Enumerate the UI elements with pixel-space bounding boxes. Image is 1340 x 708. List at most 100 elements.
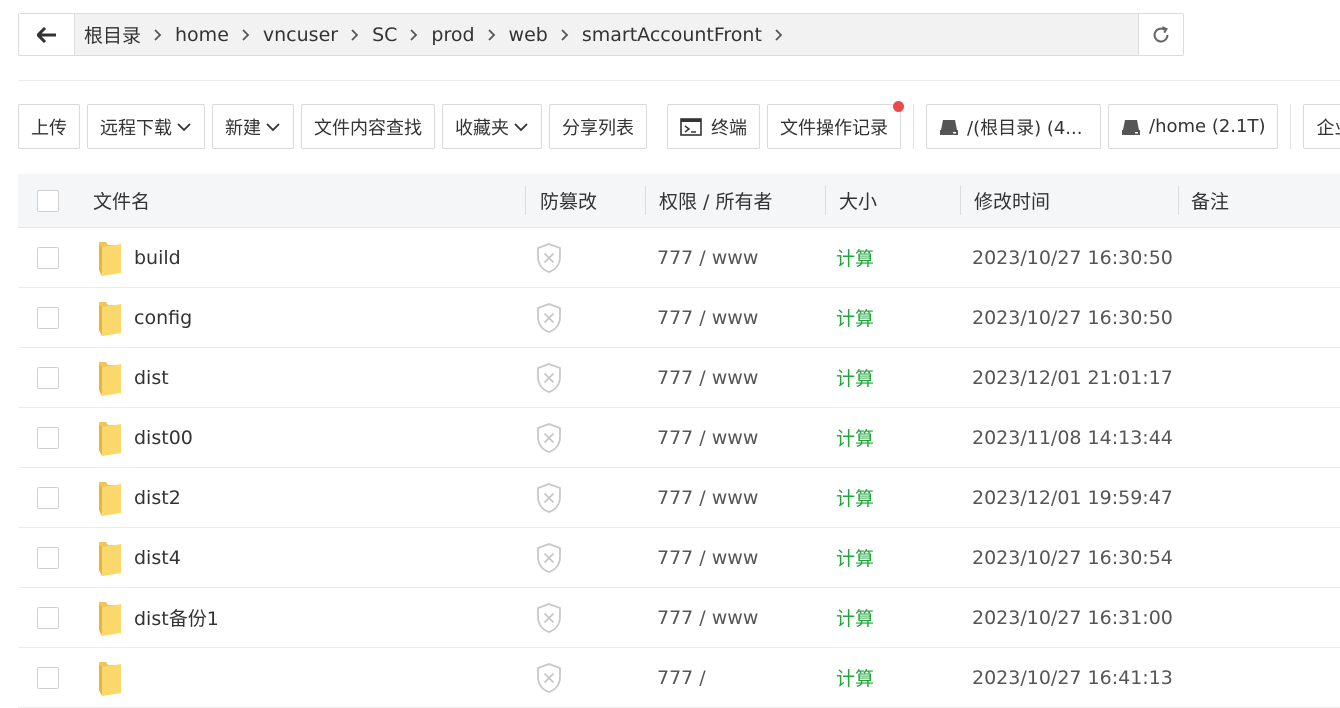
perm-cell[interactable]: 777 / www — [657, 408, 758, 467]
breadcrumb-item[interactable]: smartAccountFront — [582, 24, 796, 46]
file-name-cell[interactable]: dist2 — [96, 468, 181, 527]
file-name[interactable]: dist — [134, 367, 169, 389]
shield-x-icon[interactable] — [535, 422, 563, 454]
size-cell[interactable]: 计算 — [836, 648, 874, 707]
table-row[interactable]: dist2 777 / www 计算 2023/12/01 19:59:47 — [18, 468, 1340, 528]
calc-size-link[interactable]: 计算 — [836, 664, 874, 691]
table-row[interactable]: config 777 / www 计算 2023/10/27 16:30:50 — [18, 288, 1340, 348]
calc-size-link[interactable]: 计算 — [836, 484, 874, 511]
size-cell[interactable]: 计算 — [836, 528, 874, 587]
row-checkbox[interactable] — [37, 666, 59, 689]
mtime-cell: 2023/10/27 16:30:50 — [972, 228, 1173, 287]
calc-size-link[interactable]: 计算 — [836, 244, 874, 271]
perm-cell[interactable]: 777 / www — [657, 468, 758, 527]
breadcrumb-item[interactable]: SC — [372, 24, 431, 46]
calc-size-link[interactable]: 计算 — [836, 304, 874, 331]
file-name-cell[interactable]: dist — [96, 348, 169, 407]
file-name-cell[interactable]: dist备份1 — [96, 588, 219, 647]
breadcrumb-item[interactable]: web — [509, 24, 582, 46]
shield-x-icon[interactable] — [535, 482, 563, 514]
size-cell[interactable]: 计算 — [836, 228, 874, 287]
perm-owner[interactable]: 777 / www — [657, 547, 758, 569]
perm-owner[interactable]: 777 / www — [657, 367, 758, 389]
calc-size-link[interactable]: 计算 — [836, 604, 874, 631]
disk-home-button[interactable]: /home (2.1T) — [1108, 104, 1279, 149]
size-cell[interactable]: 计算 — [836, 588, 874, 647]
enterprise-button[interactable]: 企业 — [1303, 104, 1340, 149]
file-name-cell[interactable]: dist00 — [96, 408, 193, 467]
file-name-cell[interactable]: build — [96, 228, 181, 287]
tamper-cell — [535, 648, 563, 707]
shield-x-icon[interactable] — [535, 362, 563, 394]
perm-cell[interactable]: 777 / — [657, 648, 706, 707]
share-list-button[interactable]: 分享列表 — [549, 104, 647, 149]
disk-home-label: /home (2.1T) — [1149, 116, 1266, 137]
file-name[interactable]: config — [134, 307, 192, 329]
size-cell[interactable]: 计算 — [836, 348, 874, 407]
breadcrumb-item[interactable]: prod — [431, 24, 508, 46]
size-cell[interactable]: 计算 — [836, 408, 874, 467]
size-cell[interactable]: 计算 — [836, 468, 874, 527]
file-name[interactable]: dist备份1 — [134, 604, 219, 631]
size-cell[interactable]: 计算 — [836, 288, 874, 347]
perm-cell[interactable]: 777 / www — [657, 348, 758, 407]
perm-owner[interactable]: 777 / www — [657, 427, 758, 449]
table-row[interactable]: dist备份1 777 / www 计算 2023/10/27 16:31:00 — [18, 588, 1340, 648]
perm-cell[interactable]: 777 / www — [657, 228, 758, 287]
file-name[interactable]: dist4 — [134, 547, 181, 569]
header-size[interactable]: 大小 — [825, 174, 877, 227]
perm-owner[interactable]: 777 / www — [657, 307, 758, 329]
search-content-button[interactable]: 文件内容查找 — [301, 104, 435, 149]
file-name-cell[interactable]: dist4 — [96, 528, 181, 587]
row-checkbox[interactable] — [37, 306, 59, 329]
file-name[interactable]: build — [134, 247, 181, 269]
back-button[interactable] — [19, 14, 75, 55]
file-name-cell[interactable] — [96, 648, 134, 707]
perm-owner[interactable]: 777 / — [657, 667, 706, 689]
new-button[interactable]: 新建 — [212, 104, 294, 149]
shield-x-icon[interactable] — [535, 602, 563, 634]
operation-log-button[interactable]: 文件操作记录 — [767, 101, 904, 149]
row-checkbox[interactable] — [37, 606, 59, 629]
shield-x-icon[interactable] — [535, 242, 563, 274]
row-checkbox[interactable] — [37, 426, 59, 449]
breadcrumb-item[interactable]: vncuser — [263, 24, 372, 46]
perm-owner[interactable]: 777 / www — [657, 247, 758, 269]
table-row[interactable]: dist 777 / www 计算 2023/12/01 21:01:17 — [18, 348, 1340, 408]
row-checkbox[interactable] — [37, 486, 59, 509]
modified-time: 2023/10/27 16:30:50 — [972, 306, 1173, 329]
header-mtime[interactable]: 修改时间 — [960, 174, 1050, 227]
row-checkbox[interactable] — [37, 366, 59, 389]
breadcrumb-label: vncuser — [262, 23, 339, 46]
perm-cell[interactable]: 777 / www — [657, 528, 758, 587]
table-row[interactable]: 777 / 计算 2023/10/27 16:41:13 — [18, 648, 1340, 708]
table-row[interactable]: dist4 777 / www 计算 2023/10/27 16:30:54 — [18, 528, 1340, 588]
upload-button[interactable]: 上传 — [18, 104, 80, 149]
perm-cell[interactable]: 777 / www — [657, 288, 758, 347]
favorites-button[interactable]: 收藏夹 — [442, 104, 542, 149]
shield-x-icon[interactable] — [535, 302, 563, 334]
calc-size-link[interactable]: 计算 — [836, 424, 874, 451]
table-row[interactable]: dist00 777 / www 计算 2023/11/08 14:13:44 — [18, 408, 1340, 468]
terminal-button[interactable]: 终端 — [667, 104, 760, 149]
row-checkbox[interactable] — [37, 246, 59, 269]
disk-root-button[interactable]: /(根目录) (4... — [926, 104, 1101, 149]
header-name[interactable]: 文件名 — [93, 174, 150, 227]
breadcrumb-item[interactable]: home — [175, 24, 263, 46]
perm-cell[interactable]: 777 / www — [657, 588, 758, 647]
calc-size-link[interactable]: 计算 — [836, 364, 874, 391]
perm-owner[interactable]: 777 / www — [657, 487, 758, 509]
row-checkbox[interactable] — [37, 546, 59, 569]
shield-x-icon[interactable] — [535, 662, 563, 694]
perm-owner[interactable]: 777 / www — [657, 607, 758, 629]
file-name[interactable]: dist2 — [134, 487, 181, 509]
breadcrumb-item[interactable]: 根目录 — [84, 21, 175, 48]
shield-x-icon[interactable] — [535, 542, 563, 574]
calc-size-link[interactable]: 计算 — [836, 544, 874, 571]
file-name[interactable]: dist00 — [134, 427, 193, 449]
refresh-button[interactable] — [1138, 14, 1183, 55]
remote-download-button[interactable]: 远程下载 — [87, 104, 205, 149]
file-name-cell[interactable]: config — [96, 288, 192, 347]
table-row[interactable]: build 777 / www 计算 2023/10/27 16:30:50 — [18, 228, 1340, 288]
select-all-checkbox[interactable] — [37, 189, 59, 212]
